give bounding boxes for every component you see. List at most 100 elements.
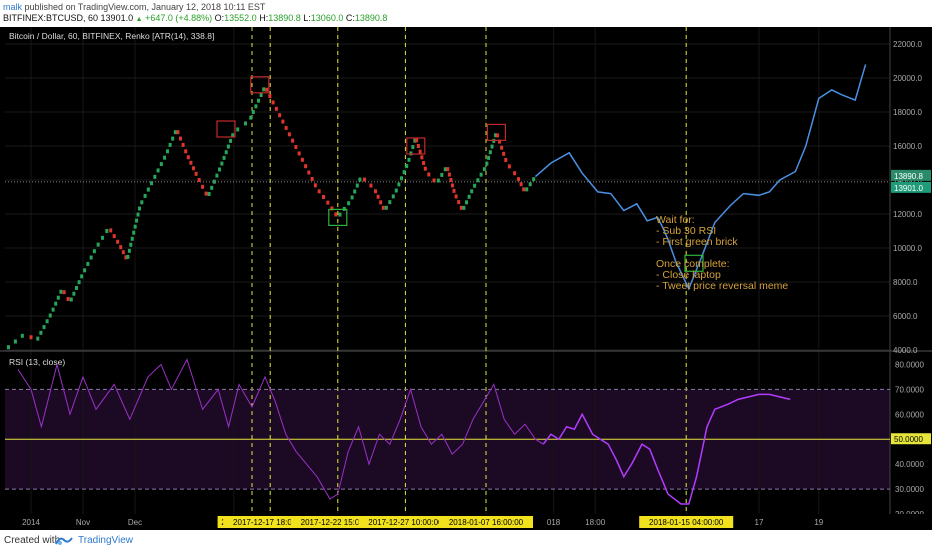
renko-brick-up xyxy=(72,291,76,296)
renko-brick-up xyxy=(384,205,388,210)
ohlc-bar: BITFINEX:BTCUSD, 60 13901.0 ▲ +647.0 (+4… xyxy=(3,13,387,23)
price-label: 13890.8 xyxy=(894,172,923,181)
renko-brick-down xyxy=(522,187,526,192)
renko-brick-down xyxy=(116,239,120,244)
renko-brick-up xyxy=(210,185,214,190)
renko-brick-up xyxy=(220,161,224,166)
renko-brick-up xyxy=(394,188,398,193)
renko-brick-down xyxy=(418,149,422,154)
renko-brick-down xyxy=(297,151,301,156)
price-tick-label: 12000.0 xyxy=(893,210,922,219)
renko-brick-down xyxy=(450,183,454,188)
renko-brick-up xyxy=(402,170,406,175)
renko-brick-up xyxy=(470,189,474,194)
renko-brick-up xyxy=(20,333,24,338)
renko-brick-up xyxy=(159,162,163,167)
renko-brick-down xyxy=(427,172,431,177)
renko-brick-down xyxy=(287,132,291,137)
renko-brick-up xyxy=(59,289,63,294)
renko-brick-up xyxy=(156,168,160,173)
renko-brick-down xyxy=(502,151,506,156)
published-text: published on TradingView.com, January 12… xyxy=(24,2,266,12)
time-tick-label: Dec xyxy=(128,518,142,527)
renko-brick-down xyxy=(204,191,208,196)
renko-brick-up xyxy=(244,121,247,126)
renko-brick-up xyxy=(92,249,96,254)
renko-brick-up xyxy=(222,155,226,160)
renko-brick-up xyxy=(163,155,167,160)
symbol-label: BITFINEX:BTCUSD, 60 xyxy=(3,13,99,23)
price-tick-label: 6000.0 xyxy=(893,312,918,321)
renko-brick-up xyxy=(400,176,403,181)
change-value: +647.0 (+4.88%) xyxy=(145,13,213,23)
renko-brick-up xyxy=(251,110,255,114)
renko-brick-down xyxy=(423,166,427,171)
renko-brick-up xyxy=(173,130,177,135)
renko-brick-down xyxy=(326,200,330,205)
renko-brick-down xyxy=(446,167,450,172)
author-name[interactable]: malk xyxy=(3,2,22,12)
renko-brick-down xyxy=(281,119,285,124)
renko-brick-up xyxy=(259,93,263,97)
renko-brick-up xyxy=(407,157,411,162)
renko-brick-down xyxy=(379,200,383,205)
low-label: L: xyxy=(303,13,311,23)
renko-brick-up xyxy=(136,212,140,217)
renko-brick-down xyxy=(294,145,298,150)
renko-brick-up xyxy=(229,138,233,143)
renko-brick-down xyxy=(454,194,458,199)
renko-brick-up xyxy=(236,127,240,132)
renko-brick-up xyxy=(75,285,78,290)
price-tick-label: 20000.0 xyxy=(893,74,922,83)
chart-area[interactable]: 22000.020000.018000.016000.014000.012000… xyxy=(0,27,932,530)
renko-brick-up xyxy=(56,295,60,300)
renko-brick-up xyxy=(353,189,357,194)
time-tick-label: 2014 xyxy=(22,518,40,527)
renko-brick-down xyxy=(334,212,338,217)
close-label: C: xyxy=(345,13,355,23)
renko-brick-up xyxy=(126,254,130,259)
price-tick-label: 8000.0 xyxy=(893,278,918,287)
renko-brick-down xyxy=(192,166,195,171)
time-marker-label: 2017-12-27 10:00:00 xyxy=(368,518,443,527)
time-tick-label: 018 xyxy=(547,518,561,527)
tradingview-brand[interactable]: TradingView xyxy=(78,535,133,546)
renko-brick-down xyxy=(457,200,461,205)
renko-brick-down xyxy=(268,94,272,99)
renko-brick-up xyxy=(132,230,136,235)
high-value: 13890.8 xyxy=(268,13,301,23)
rsi-midline-label: 50.0000 xyxy=(894,435,923,444)
renko-brick-up xyxy=(143,193,147,198)
renko-brick-up xyxy=(482,167,486,172)
rsi-tick-label: 40.0000 xyxy=(895,460,924,469)
renko-brick-down xyxy=(415,138,419,143)
renko-brick-up xyxy=(411,145,415,150)
renko-brick-up xyxy=(80,274,84,279)
annotation-note-line: - Tweet price reversal meme xyxy=(656,280,788,292)
renko-brick-up xyxy=(257,98,260,103)
renko-brick-down xyxy=(519,182,523,187)
up-arrow-icon: ▲ xyxy=(135,16,143,23)
renko-brick-down xyxy=(291,138,295,143)
renko-brick-up xyxy=(207,191,211,196)
renko-brick-up xyxy=(405,164,409,169)
open-label: O: xyxy=(214,13,225,23)
renko-brick-up xyxy=(89,255,93,260)
main-chart-title: Bitcoin / Dollar, 60, BITFINEX, Renko [A… xyxy=(9,31,214,41)
renko-brick-down xyxy=(121,250,125,255)
renko-brick-up xyxy=(528,182,532,187)
renko-brick-up xyxy=(224,150,228,155)
renko-brick-down xyxy=(278,113,282,118)
renko-brick-down xyxy=(307,170,311,175)
renko-brick-down xyxy=(452,188,456,193)
renko-brick-down xyxy=(284,125,288,130)
time-tick-label: 19 xyxy=(814,518,823,527)
renko-brick-up xyxy=(133,224,137,229)
renko-brick-down xyxy=(374,189,377,194)
renko-brick-up xyxy=(347,201,351,206)
time-tick-label: 18:00 xyxy=(585,518,606,527)
renko-brick-up xyxy=(77,280,81,285)
renko-brick-down xyxy=(459,205,463,210)
renko-brick-down xyxy=(179,136,182,141)
renko-brick-up xyxy=(218,167,221,172)
